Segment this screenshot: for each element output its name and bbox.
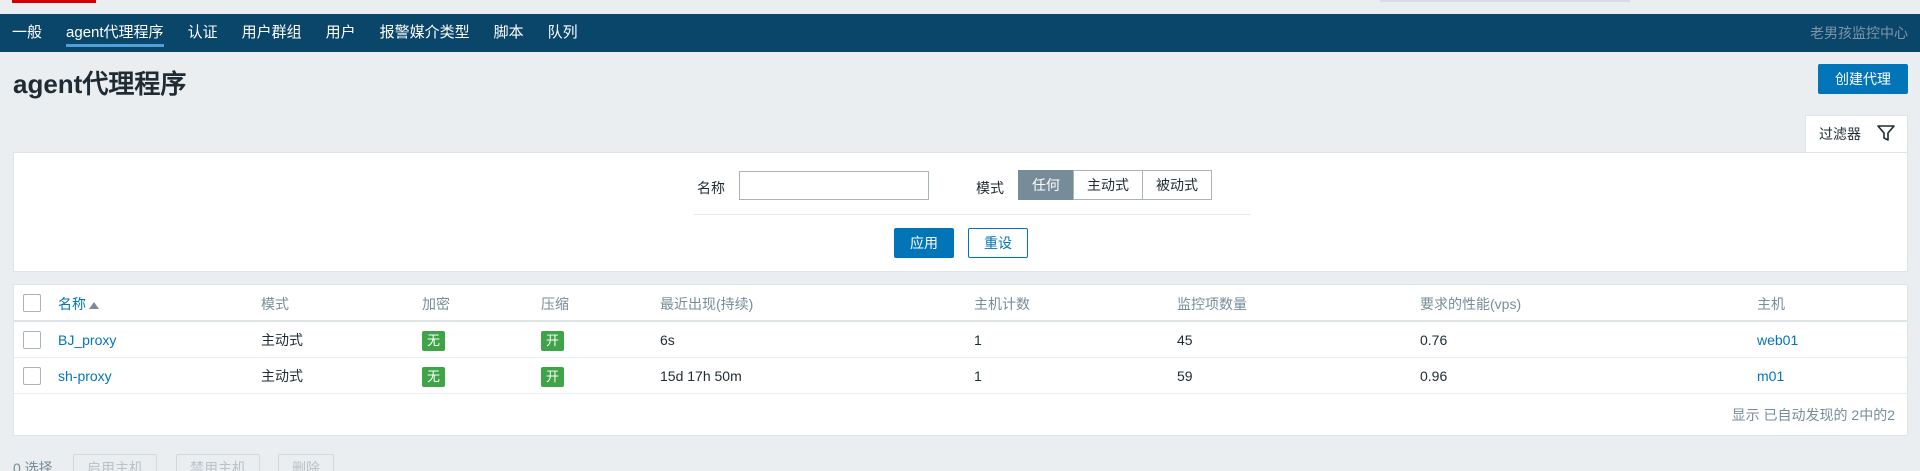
header-item-count: 监控项数量 [1177,296,1247,312]
proxy-table: 名称 模式 加密 压缩 最近出现(持续) 主机计数 监控项数量 要求的性能(vp… [13,284,1908,436]
last-seen: 6s [660,332,675,348]
delete-button[interactable]: 删除 [278,454,334,471]
select-all-checkbox[interactable] [23,294,41,312]
proxy-name-link[interactable]: BJ_proxy [58,322,116,358]
encryption-badge: 无 [422,367,446,388]
mode-option-passive[interactable]: 被动式 [1142,170,1212,200]
selected-count: 0 选择 [13,460,53,471]
proxy-name-link[interactable]: sh-proxy [58,358,112,394]
required-performance: 0.96 [1420,368,1448,384]
nav-item-users[interactable]: 用户 [314,14,368,52]
admin-submenu: 一般 agent代理程序 认证 用户群组 用户 报警媒介类型 脚本 队列 老男孩… [0,14,1920,52]
table-footer-count: 显示 已自动发现的 2中的2 [1731,407,1895,423]
mode-segmented-control: 任何 主动式 被动式 [1018,170,1212,200]
funnel-icon [1877,125,1895,141]
nav-item-authentication[interactable]: 认证 [176,14,230,52]
top-strip [0,0,1920,14]
global-search-input[interactable] [1380,0,1630,2]
proxy-mode: 主动式 [261,368,303,384]
encryption-badge: 无 [422,331,446,352]
encryption-cell: 无 [422,358,446,394]
filter-tab[interactable]: 过滤器 [1805,115,1908,153]
host-link[interactable]: m01 [1757,358,1784,394]
compression-badge: 开 [541,367,565,388]
create-proxy-button[interactable]: 创建代理 [1818,64,1908,94]
enable-hosts-button[interactable]: 启用主机 [73,454,157,471]
filter-tab-label: 过滤器 [1819,126,1861,142]
nav-item-queue[interactable]: 队列 [536,14,590,52]
table-row: BJ_proxy 主动式 无 开 6s 1 45 0.76 web01 [14,322,1907,358]
header-name-label: 名称 [58,296,86,312]
compression-cell: 开 [541,322,565,358]
nav-item-proxies[interactable]: agent代理程序 [54,14,176,52]
filter-name-input[interactable] [739,171,929,200]
brand-label: 老男孩监控中心 [1810,25,1908,41]
header-mode: 模式 [261,296,289,312]
disable-hosts-button[interactable]: 禁用主机 [176,454,260,471]
mode-option-active[interactable]: 主动式 [1073,170,1143,200]
sort-asc-icon [89,301,99,309]
filter-name-label: 名称 [697,180,725,196]
required-performance: 0.76 [1420,332,1448,348]
proxy-mode: 主动式 [261,332,303,348]
mode-option-any[interactable]: 任何 [1018,170,1074,200]
nav-item-user-groups[interactable]: 用户群组 [230,14,314,52]
host-link[interactable]: web01 [1757,322,1798,358]
last-seen: 15d 17h 50m [660,368,742,384]
nav-item-scripts[interactable]: 脚本 [482,14,536,52]
header-encryption: 加密 [422,296,450,312]
table-header-row: 名称 模式 加密 压缩 最近出现(持续) 主机计数 监控项数量 要求的性能(vp… [14,285,1907,322]
filter-mode-label: 模式 [976,180,1004,196]
header-name[interactable]: 名称 [58,285,99,321]
table-row: sh-proxy 主动式 无 开 15d 17h 50m 1 59 0.96 m… [14,358,1907,394]
header-last-seen: 最近出现(持续) [660,296,754,312]
header-hosts: 主机 [1757,296,1785,312]
reset-button[interactable]: 重设 [968,228,1028,258]
header-required-performance: 要求的性能(vps) [1420,296,1522,312]
encryption-cell: 无 [422,322,446,358]
row-checkbox[interactable] [23,367,41,385]
filter-panel: 名称 模式 任何 主动式 被动式 应用 重设 [13,152,1908,272]
logo[interactable] [12,0,96,3]
compression-cell: 开 [541,358,565,394]
item-count: 45 [1177,332,1193,348]
apply-button[interactable]: 应用 [894,228,954,258]
header-compression: 压缩 [541,296,569,312]
header-host-count: 主机计数 [974,296,1030,312]
host-count: 1 [974,332,982,348]
host-count: 1 [974,368,982,384]
row-checkbox[interactable] [23,331,41,349]
item-count: 59 [1177,368,1193,384]
nav-item-general[interactable]: 一般 [0,14,54,52]
filter-divider [694,214,1251,215]
compression-badge: 开 [541,331,565,352]
nav-item-media-types[interactable]: 报警媒介类型 [368,14,482,52]
page-title: agent代理程序 [13,69,187,99]
